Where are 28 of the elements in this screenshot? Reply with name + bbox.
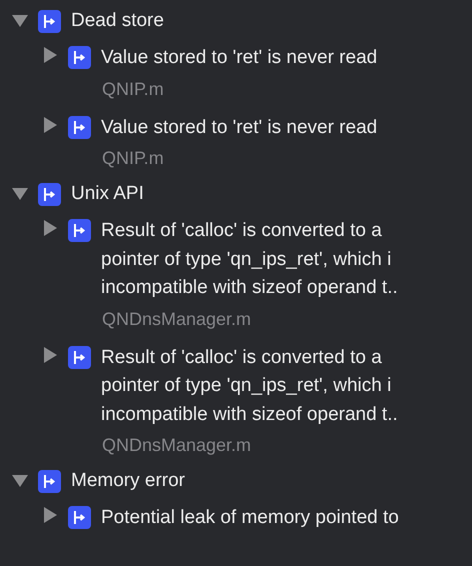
group-title[interactable]: Unix API [71, 183, 144, 205]
file-name: QNDnsManager.m [102, 434, 252, 456]
disclosure-triangle-icon[interactable] [42, 116, 58, 132]
analyzer-icon [68, 46, 91, 69]
disclosure-triangle-icon[interactable] [42, 47, 58, 63]
group-title[interactable]: Dead store [71, 10, 164, 32]
group-title[interactable]: Memory error [71, 470, 186, 492]
file-name: QNIP.m [102, 147, 164, 169]
analyzer-icon [68, 116, 91, 138]
disclosure-triangle-icon[interactable] [12, 186, 28, 202]
file-name: QNDnsManager.m [102, 308, 252, 330]
issue-message[interactable]: Potential leak of memory pointed to [101, 504, 399, 532]
file-name: QNIP.m [102, 78, 164, 100]
disclosure-triangle-icon[interactable] [42, 346, 58, 362]
analyzer-icon [38, 10, 61, 32]
analyzer-icon [68, 506, 91, 529]
disclosure-triangle-icon[interactable] [12, 473, 28, 489]
issue-message[interactable]: Result of 'calloc' is converted to a pointer of type 'qn_ips_ret', which i incompatible with sizeof operand t.. [101, 217, 398, 302]
analyzer-icon [38, 470, 61, 492]
analyzer-icon [68, 346, 91, 368]
disclosure-triangle-icon[interactable] [12, 13, 28, 29]
disclosure-triangle-icon[interactable] [42, 507, 58, 523]
issue-message[interactable]: Value stored to 'ret' is never read [101, 114, 378, 142]
issue-message[interactable]: Value stored to 'ret' is never read [101, 44, 378, 72]
analyzer-icon [68, 219, 91, 242]
disclosure-triangle-icon[interactable] [42, 220, 58, 236]
analyzer-icon [38, 182, 61, 206]
issue-message[interactable]: Result of 'calloc' is converted to a pointer of type 'qn_ips_ret', which i incompatible with sizeof operand t.. [101, 344, 398, 429]
